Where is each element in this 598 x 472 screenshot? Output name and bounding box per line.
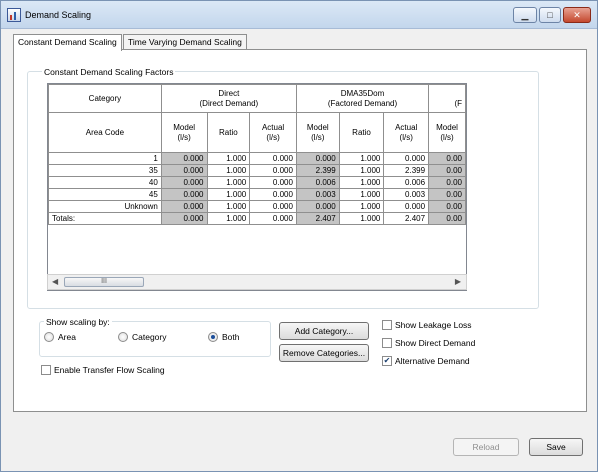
horizontal-scrollbar[interactable]: ◀ III ▶ [47, 274, 467, 290]
direct-ratio-header: Ratio [206, 112, 251, 153]
enable-transfer-flow-label: Enable Transfer Flow Scaling [54, 365, 165, 375]
tab-time-varying-demand-scaling[interactable]: Time Varying Demand Scaling [123, 34, 247, 50]
enable-transfer-flow-box[interactable] [41, 365, 51, 375]
show-leakage-loss-checkbox[interactable]: Show Leakage Loss [382, 320, 472, 330]
dma-ratio-header: Ratio [338, 112, 385, 153]
dma-model-header: Model (l/s) [295, 112, 340, 153]
show-leakage-loss-box[interactable] [382, 320, 392, 330]
scaling-group-title: Show scaling by: [44, 317, 112, 327]
table-row[interactable]: 35 0.000 1.000 0.000 2.399 1.000 2.399 0… [48, 164, 466, 177]
show-direct-demand-label: Show Direct Demand [395, 338, 476, 348]
window-title: Demand Scaling [25, 10, 92, 20]
maximize-icon: □ [547, 10, 553, 20]
radio-category-dot[interactable] [118, 332, 128, 342]
show-direct-demand-checkbox[interactable]: Show Direct Demand [382, 338, 475, 348]
direct-actual-header: Actual (l/s) [249, 112, 297, 153]
maximize-button[interactable]: □ [539, 7, 561, 23]
radio-area-dot[interactable] [44, 332, 54, 342]
radio-both[interactable]: Both [208, 332, 240, 342]
radio-area-label: Area [58, 332, 76, 342]
minimize-icon: ▁ [521, 9, 529, 20]
table-row[interactable]: 45 0.000 1.000 0.000 0.003 1.000 0.003 0… [48, 188, 466, 201]
alternative-demand-checkbox[interactable]: ✔ Alternative Demand [382, 356, 470, 366]
radio-category-label: Category [132, 332, 167, 342]
scaling-table: Category Direct (Direct Demand) DMA35Dom(… [48, 84, 466, 225]
tab-constant-demand-scaling[interactable]: Constant Demand Scaling [13, 34, 122, 51]
scroll-right-icon[interactable]: ▶ [455, 277, 461, 286]
demand-scaling-window: Demand Scaling ▁ □ ✕ Constant Demand Sca… [0, 0, 598, 472]
radio-both-dot[interactable] [208, 332, 218, 342]
direct-model-header: Model (l/s) [160, 112, 208, 153]
category-header: Category [48, 84, 162, 113]
minimize-button[interactable]: ▁ [513, 7, 537, 23]
scroll-thumb[interactable]: III [64, 277, 144, 287]
table-row[interactable]: 1 0.000 1.000 0.000 0.000 1.000 0.000 0.… [48, 152, 466, 165]
dma-actual-header: Actual (l/s) [383, 112, 430, 153]
alternative-demand-label: Alternative Demand [395, 356, 470, 366]
checkmark-icon[interactable]: ✔ [382, 356, 392, 366]
scaling-factors-grid[interactable]: Category Direct (Direct Demand) DMA35Dom(… [47, 83, 467, 291]
show-direct-demand-box[interactable] [382, 338, 392, 348]
add-category-button[interactable]: Add Category... [279, 322, 369, 340]
category-dma35dom-header: DMA35Dom (Factored Demand) [295, 84, 430, 113]
reload-button[interactable]: Reload [453, 438, 519, 456]
close-button[interactable]: ✕ [563, 7, 591, 23]
scroll-left-icon[interactable]: ◀ [52, 277, 58, 286]
area-code-header: Area Code [48, 112, 162, 153]
table-row[interactable]: 40 0.000 1.000 0.000 0.006 1.000 0.006 0… [48, 176, 466, 189]
third-model-header: Model (l/s) [428, 112, 466, 153]
category-direct-header: Direct (Direct Demand) [160, 84, 297, 113]
radio-area[interactable]: Area [44, 332, 76, 342]
close-icon: ✕ [573, 9, 581, 20]
app-icon [7, 8, 21, 22]
radio-category[interactable]: Category [118, 332, 167, 342]
category-third-header: (F [428, 84, 466, 113]
enable-transfer-flow-checkbox[interactable]: Enable Transfer Flow Scaling [41, 365, 165, 375]
factors-group-title: Constant Demand Scaling Factors [42, 67, 176, 77]
totals-row: Totals: 0.000 1.000 0.000 2.407 1.000 2.… [48, 212, 466, 225]
table-row[interactable]: Unknown 0.000 1.000 0.000 0.000 1.000 0.… [48, 200, 466, 213]
show-leakage-loss-label: Show Leakage Loss [395, 320, 472, 330]
save-button[interactable]: Save [529, 438, 583, 456]
radio-both-label: Both [222, 332, 240, 342]
remove-categories-button[interactable]: Remove Categories... [279, 344, 369, 362]
title-bar[interactable]: Demand Scaling ▁ □ ✕ [1, 1, 597, 29]
